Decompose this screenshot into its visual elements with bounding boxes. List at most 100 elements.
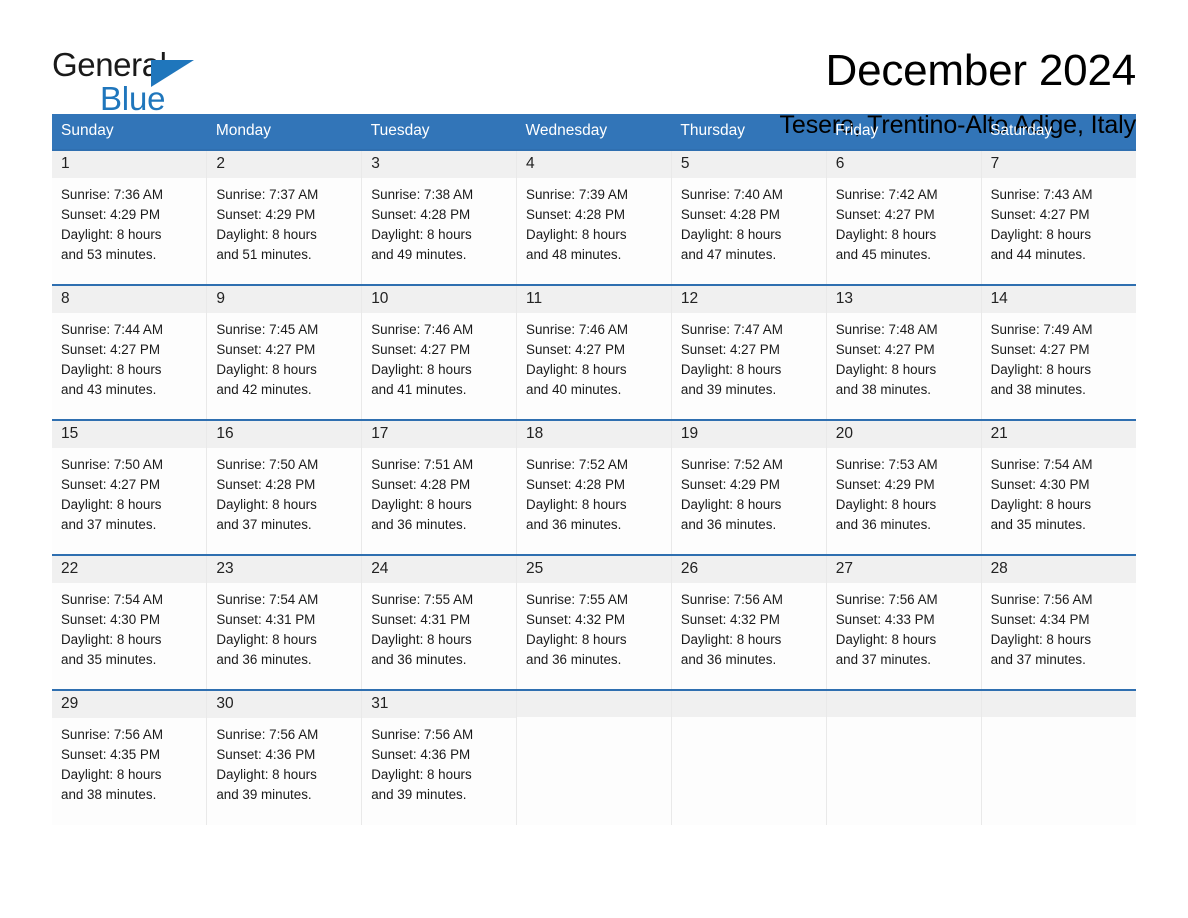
day-details — [982, 717, 1136, 724]
day-details: Sunrise: 7:44 AM Sunset: 4:27 PM Daylight:… — [52, 313, 206, 400]
daylight-duration: and 38 minutes. — [61, 786, 157, 802]
calendar-day-cell[interactable]: 7 Sunrise: 7:43 AM Sunset: 4:27 PM Daylight… — [981, 149, 1136, 285]
calendar-day-cell[interactable]: 29 Sunrise: 7:56 AM Sunset: 4:35 PM Dayligh… — [52, 689, 208, 825]
day-number: 30 — [207, 691, 362, 718]
calendar-day-cell[interactable]: 6 Sunrise: 7:42 AM Sunset: 4:27 PM Daylight… — [826, 149, 982, 285]
day-details: Sunrise: 7:43 AM Sunset: 4:27 PM Daylight:… — [982, 178, 1136, 265]
calendar-day-cell[interactable]: 22 Sunrise: 7:54 AM Sunset: 4:30 PM Dayligh… — [52, 554, 208, 690]
calendar-day-cell[interactable]: 18 Sunrise: 7:52 AM Sunset: 4:28 PM Dayligh… — [516, 419, 672, 555]
calendar-day-cell[interactable]: 20 Sunrise: 7:53 AM Sunset: 4:29 PM Dayligh… — [826, 419, 982, 555]
day-number: 7 — [981, 151, 1136, 178]
calendar-day-cell[interactable]: 19 Sunrise: 7:52 AM Sunset: 4:29 PM Dayligh… — [671, 419, 827, 555]
sunset-time: Sunset: 4:27 PM — [680, 341, 780, 357]
sunset-time: Sunset: 4:27 PM — [61, 341, 160, 357]
daylight-duration: Daylight: 8 hours — [990, 631, 1092, 647]
day-number: 24 — [362, 556, 517, 583]
sunrise-time: Sunrise: 7:47 AM — [680, 321, 783, 337]
calendar-day-cell[interactable]: 27 Sunrise: 7:56 AM Sunset: 4:33 PM Dayligh… — [826, 554, 982, 690]
sunrise-time: Sunrise: 7:37 AM — [216, 186, 319, 202]
calendar-day-cell[interactable]: 23 Sunrise: 7:54 AM Sunset: 4:31 PM Dayligh… — [206, 554, 363, 690]
sunrise-time: Sunrise: 7:40 AM — [680, 186, 783, 202]
calendar-day-cell[interactable]: 1 Sunrise: 7:36 AM Sunset: 4:29 PM Daylight… — [52, 149, 208, 285]
day-details: Sunrise: 7:46 AM Sunset: 4:27 PM Daylight:… — [362, 313, 516, 400]
sunrise-time: Sunrise: 7:50 AM — [216, 456, 319, 472]
day-details: Sunrise: 7:51 AM Sunset: 4:28 PM Daylight:… — [362, 448, 516, 535]
day-details: Sunrise: 7:49 AM Sunset: 4:27 PM Daylight:… — [982, 313, 1136, 400]
daylight-duration: and 36 minutes. — [371, 516, 467, 532]
day-number: 10 — [362, 286, 517, 313]
daylight-duration: Daylight: 8 hours — [835, 631, 937, 647]
general-blue-logo: General Blue — [52, 48, 242, 120]
day-number: 15 — [52, 421, 207, 448]
calendar-day-cell[interactable]: 10 Sunrise: 7:46 AM Sunset: 4:27 PM Dayligh… — [361, 284, 518, 420]
day-details: Sunrise: 7:38 AM Sunset: 4:28 PM Daylight:… — [362, 178, 516, 265]
daylight-duration: and 38 minutes. — [835, 381, 932, 397]
daylight-duration: and 36 minutes. — [680, 516, 777, 532]
daylight-duration: Daylight: 8 hours — [216, 631, 317, 647]
calendar-day-cell[interactable]: 26 Sunrise: 7:56 AM Sunset: 4:32 PM Dayligh… — [671, 554, 827, 690]
daylight-duration: Daylight: 8 hours — [371, 226, 472, 242]
calendar-day-cell[interactable]: 8 Sunrise: 7:44 AM Sunset: 4:27 PM Daylight… — [52, 284, 208, 420]
day-number: 3 — [362, 151, 517, 178]
calendar-day-cell[interactable]: 13 Sunrise: 7:48 AM Sunset: 4:27 PM Dayligh… — [826, 284, 982, 420]
daylight-duration: Daylight: 8 hours — [990, 496, 1092, 512]
calendar-day-cell-empty — [981, 689, 1136, 825]
calendar-day-cell[interactable]: 4 Sunrise: 7:39 AM Sunset: 4:28 PM Daylight… — [516, 149, 672, 285]
daylight-duration: Daylight: 8 hours — [526, 226, 627, 242]
day-details: Sunrise: 7:52 AM Sunset: 4:29 PM Daylight:… — [672, 448, 826, 535]
calendar-day-cell[interactable]: 9 Sunrise: 7:45 AM Sunset: 4:27 PM Daylight… — [206, 284, 363, 420]
calendar-day-cell[interactable]: 24 Sunrise: 7:55 AM Sunset: 4:31 PM Dayligh… — [361, 554, 518, 690]
calendar-day-cell[interactable]: 15 Sunrise: 7:50 AM Sunset: 4:27 PM Dayligh… — [52, 419, 208, 555]
calendar-day-cell[interactable]: 5 Sunrise: 7:40 AM Sunset: 4:28 PM Daylight… — [671, 149, 827, 285]
day-number: 4 — [517, 151, 671, 178]
day-number: 12 — [671, 286, 826, 313]
calendar-day-cell[interactable]: 2 Sunrise: 7:37 AM Sunset: 4:29 PM Daylight… — [206, 149, 363, 285]
daylight-duration: Daylight: 8 hours — [216, 496, 317, 512]
sunset-time: Sunset: 4:33 PM — [835, 611, 935, 627]
calendar-day-cell[interactable]: 21 Sunrise: 7:54 AM Sunset: 4:30 PM Dayligh… — [981, 419, 1136, 555]
day-details: Sunrise: 7:56 AM Sunset: 4:32 PM Daylight:… — [672, 583, 826, 670]
calendar-day-cell[interactable]: 25 Sunrise: 7:55 AM Sunset: 4:32 PM Dayligh… — [516, 554, 672, 690]
logo-text-general: General — [52, 46, 167, 83]
calendar-body: 1 Sunrise: 7:36 AM Sunset: 4:29 PM Daylight… — [52, 149, 1136, 825]
sunrise-time: Sunrise: 7:53 AM — [835, 456, 938, 472]
calendar-day-cell[interactable]: 17 Sunrise: 7:51 AM Sunset: 4:28 PM Dayligh… — [361, 419, 518, 555]
day-number: 16 — [207, 421, 362, 448]
day-number: 27 — [826, 556, 981, 583]
calendar-day-cell[interactable]: 12 Sunrise: 7:47 AM Sunset: 4:27 PM Dayligh… — [671, 284, 827, 420]
daylight-duration: Daylight: 8 hours — [680, 631, 782, 647]
sunrise-time: Sunrise: 7:46 AM — [526, 321, 629, 337]
sunrise-sunset-calendar: Sunday Monday Tuesday Wednesday Thursday… — [52, 114, 1136, 825]
daylight-duration: Daylight: 8 hours — [371, 361, 472, 377]
day-number: 2 — [207, 151, 362, 178]
daylight-duration: Daylight: 8 hours — [835, 361, 937, 377]
daylight-duration: Daylight: 8 hours — [216, 361, 317, 377]
daylight-duration: and 37 minutes. — [835, 651, 932, 667]
daylight-duration: and 47 minutes. — [680, 246, 777, 262]
daylight-duration: and 41 minutes. — [371, 381, 467, 397]
calendar-week-row: 8 Sunrise: 7:44 AM Sunset: 4:27 PM Daylight… — [52, 284, 1136, 420]
weekday-header-wednesday: Wednesday — [516, 114, 672, 150]
day-number: 9 — [207, 286, 362, 313]
sunrise-time: Sunrise: 7:38 AM — [371, 186, 474, 202]
day-details: Sunrise: 7:53 AM Sunset: 4:29 PM Daylight:… — [827, 448, 981, 535]
calendar-day-cell[interactable]: 3 Sunrise: 7:38 AM Sunset: 4:28 PM Daylight… — [361, 149, 518, 285]
sunset-time: Sunset: 4:32 PM — [526, 611, 626, 627]
day-details: Sunrise: 7:55 AM Sunset: 4:32 PM Daylight:… — [517, 583, 671, 670]
day-details: Sunrise: 7:42 AM Sunset: 4:27 PM Daylight:… — [827, 178, 981, 265]
calendar-day-cell[interactable]: 28 Sunrise: 7:56 AM Sunset: 4:34 PM Dayligh… — [981, 554, 1136, 690]
day-details: Sunrise: 7:55 AM Sunset: 4:31 PM Daylight:… — [362, 583, 516, 670]
page-header: General Blue December 2024 Tesero, Trent… — [52, 0, 1136, 139]
day-details — [672, 717, 826, 724]
calendar-day-cell[interactable]: 16 Sunrise: 7:50 AM Sunset: 4:28 PM Dayligh… — [206, 419, 363, 555]
daylight-duration: Daylight: 8 hours — [680, 496, 782, 512]
calendar-day-cell[interactable]: 11 Sunrise: 7:46 AM Sunset: 4:27 PM Dayligh… — [516, 284, 672, 420]
calendar-day-cell[interactable]: 30 Sunrise: 7:56 AM Sunset: 4:36 PM Dayligh… — [206, 689, 363, 825]
sunset-time: Sunset: 4:31 PM — [371, 611, 471, 627]
calendar-day-cell[interactable]: 31 Sunrise: 7:56 AM Sunset: 4:36 PM Dayligh… — [361, 689, 518, 825]
day-number: 5 — [671, 151, 826, 178]
daylight-duration: and 53 minutes. — [61, 246, 157, 262]
sunrise-time: Sunrise: 7:54 AM — [216, 591, 319, 607]
calendar-day-cell[interactable]: 14 Sunrise: 7:49 AM Sunset: 4:27 PM Dayligh… — [981, 284, 1136, 420]
sunrise-time: Sunrise: 7:54 AM — [990, 456, 1093, 472]
